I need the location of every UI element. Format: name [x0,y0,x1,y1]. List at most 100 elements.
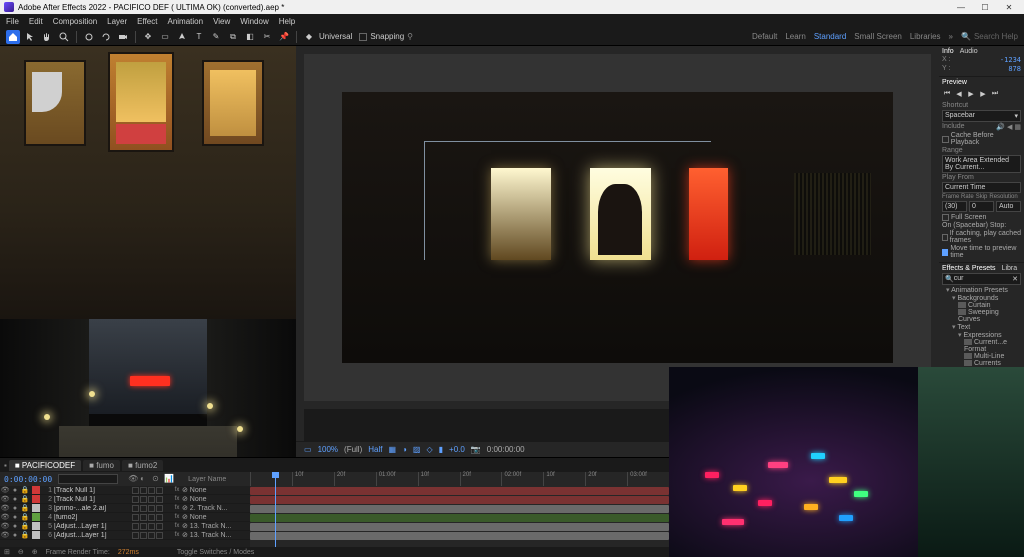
solo-icon[interactable]: ● [11,495,19,503]
menu-layer[interactable]: Layer [107,17,127,26]
graph-icon[interactable]: 📊 [164,474,174,484]
menu-view[interactable]: View [213,17,230,26]
layer-name[interactable]: [Track Null 1] [54,496,132,503]
layer-color-swatch[interactable] [32,486,40,494]
menu-edit[interactable]: Edit [29,17,43,26]
fit-icon[interactable]: ▭ [304,445,312,454]
render-queue-icon[interactable]: ▪ [4,461,7,470]
eraser-tool-icon[interactable]: ◧ [243,30,257,44]
tab-audio[interactable]: Audio [960,48,978,55]
rotate-tool-icon[interactable] [99,30,113,44]
puppet-tool-icon[interactable]: 📌 [277,30,291,44]
menu-composition[interactable]: Composition [53,17,97,26]
layer-name[interactable]: [primo-...ale 2.ai] [54,505,132,512]
menu-effect[interactable]: Effect [137,17,157,26]
resolution-half[interactable]: Half [368,445,382,454]
snapshot-icon[interactable]: 📷 [471,445,481,454]
preset-search-input[interactable]: 🔍 cur✕ [942,273,1021,285]
shortcut-dropdown[interactable]: Spacebar▾ [942,110,1021,122]
playfrom-dropdown[interactable]: Current Time [942,182,1021,193]
preset-folder[interactable]: Text [942,323,1021,331]
framerate-dropdown[interactable]: (30) [942,201,967,212]
layer-color-swatch[interactable] [32,504,40,512]
visibility-icon[interactable]: 👁 [1,495,9,503]
composition-viewer[interactable] [304,54,931,401]
layer-switches[interactable] [132,505,172,512]
viewer-timecode[interactable]: 0:00:00:00 [487,445,525,454]
brush-tool-icon[interactable]: ✎ [209,30,223,44]
layer-bar[interactable] [250,523,669,531]
preset-item[interactable]: Current...e Format [942,339,1021,353]
zoom-tool-icon[interactable] [57,30,71,44]
layer-color-swatch[interactable] [32,513,40,521]
first-frame-icon[interactable]: ⏮ [942,89,952,99]
workspace-libraries[interactable]: Libraries [910,32,941,41]
comp-tab-2[interactable]: ■ fumo2 [122,460,163,471]
universal-mode-icon[interactable]: ◆ [302,30,316,44]
comp-tab-0[interactable]: ■ PACIFICODEF [9,460,81,471]
solo-icon[interactable]: ● [11,531,19,539]
window-close-button[interactable]: ✕ [998,1,1020,13]
pen-tool-icon[interactable] [175,30,189,44]
next-frame-icon[interactable]: ▶ [978,89,988,99]
layer-search-input[interactable] [58,474,118,484]
layer-bar[interactable] [250,487,669,495]
menu-animation[interactable]: Animation [167,17,203,26]
workspace-more-icon[interactable]: » [949,32,953,41]
layer-name[interactable]: [fumo2] [54,514,132,521]
menu-window[interactable]: Window [240,17,268,26]
zoom-dropdown[interactable]: 100% [318,445,338,454]
grid-icon[interactable]: ▦ [388,445,396,454]
visibility-icon[interactable]: 👁 [1,522,9,530]
snapping-checkbox[interactable] [359,33,367,41]
layer-name[interactable]: [Adjust...Layer 1] [54,523,132,530]
layer-color-swatch[interactable] [32,522,40,530]
toggle-switches-icon[interactable]: ⊞ [4,548,10,556]
range-dropdown[interactable]: Work Area Extended By Current... [942,155,1021,173]
fx-icon[interactable]: fx [173,504,181,512]
tab-libraries[interactable]: Libra [1002,265,1018,272]
layer-bar[interactable] [250,496,669,504]
menu-help[interactable]: Help [279,17,295,26]
window-minimize-button[interactable]: — [950,1,972,13]
fx-icon[interactable]: fx [173,522,181,530]
zoom-out-icon[interactable]: ⊖ [18,548,24,556]
last-frame-icon[interactable]: ⏭ [990,89,1000,99]
fx-icon[interactable]: fx [173,486,181,494]
lock-icon[interactable]: 🔒 [21,486,29,494]
tab-preview[interactable]: Preview [942,79,967,86]
timeline-ruler[interactable]: 10f20f 01:00f10f20f 02:00f10f20f 03:00f [250,472,669,486]
fx-icon[interactable]: fx [173,531,181,539]
timecode-display[interactable]: 0:00:00:00 [4,475,52,484]
layer-parent[interactable]: ⊘ 2. Track N... [182,504,238,512]
workspace-default[interactable]: Default [752,32,777,41]
preset-folder[interactable]: Animation Presets [942,286,1021,294]
lock-icon[interactable]: 🔒 [21,495,29,503]
orbit-tool-icon[interactable] [82,30,96,44]
layer-parent[interactable]: ⊘ None [182,495,238,503]
layer-switches[interactable] [132,487,172,494]
layer-parent[interactable]: ⊘ None [182,513,238,521]
motion-blur-icon[interactable]: ⊙ [152,474,162,484]
mask-icon[interactable]: ◑ [402,445,407,454]
frame-blend-icon[interactable]: ◐ [140,474,150,484]
layer-color-swatch[interactable] [32,495,40,503]
lock-icon[interactable]: 🔒 [21,504,29,512]
camera-tool-icon[interactable] [116,30,130,44]
solo-icon[interactable]: ● [11,486,19,494]
exposure-value[interactable]: +0.0 [449,445,465,454]
comp-tab-1[interactable]: ■ fumo [83,460,120,471]
fx-icon[interactable]: fx [173,495,181,503]
timeline-bars[interactable] [250,486,669,547]
shy-icon[interactable]: 👁 [128,474,138,484]
workspace-standard[interactable]: Standard [814,32,846,41]
resolution-full[interactable]: (Full) [344,445,362,454]
layer-switches[interactable] [132,532,172,539]
tab-info[interactable]: Info [942,48,954,55]
layer-bar[interactable] [250,505,669,513]
preset-item[interactable]: Multi-Line [942,353,1021,360]
menu-file[interactable]: File [6,17,19,26]
zoom-in-icon[interactable]: ⊕ [32,548,38,556]
preset-item[interactable]: Sweeping Curves [942,309,1021,323]
rect-tool-icon[interactable]: ▭ [158,30,172,44]
